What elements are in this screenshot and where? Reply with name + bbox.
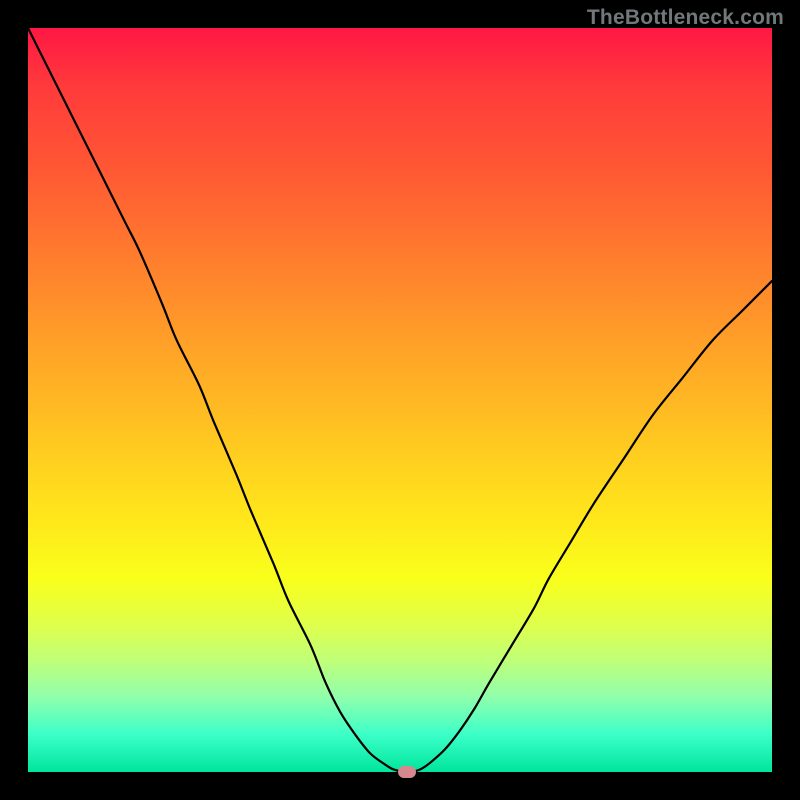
watermark-text: TheBottleneck.com [587,6,784,30]
chart-frame: TheBottleneck.com [0,0,800,800]
bottleneck-curve [28,28,772,772]
plot-area [28,28,772,772]
optimal-point-marker [398,766,416,778]
